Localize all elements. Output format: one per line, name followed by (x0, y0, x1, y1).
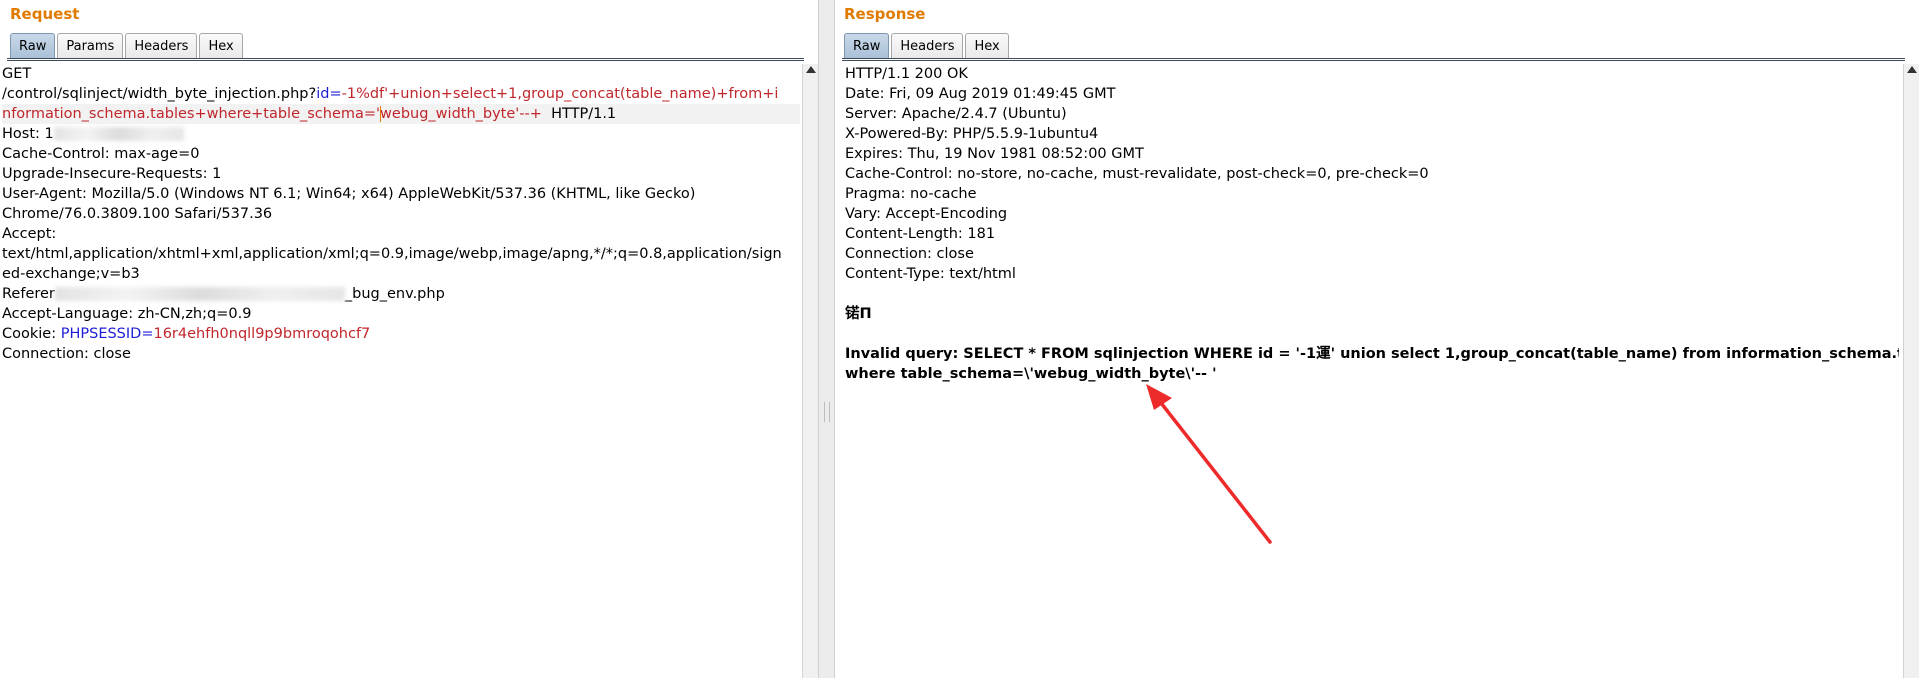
referer-tail: _bug_env.php (344, 286, 445, 302)
cookie-value: 16r4ehfh0nqll9p9bmroqohcf7 (153, 326, 371, 342)
response-tabs: Raw Headers Hex (844, 33, 1011, 58)
cookie-name: PHPSESSID (60, 326, 142, 342)
cookie-equals: = (141, 326, 154, 342)
request-line: Connection: close (2, 346, 131, 362)
request-line: Accept: (2, 226, 57, 242)
response-pane: Response Raw Headers Hex HTTP/1.1 200 OK… (835, 0, 1919, 678)
request-tabs: Raw Params Headers Hex (10, 33, 245, 58)
redacted-referer (54, 287, 345, 301)
cookie-key: Cookie: (2, 326, 61, 342)
request-line: Upgrade-Insecure-Requests: 1 (2, 166, 222, 182)
param-value-cont: nformation_schema.tables+where+table_sch… (2, 106, 381, 122)
arrow-head (1146, 384, 1172, 410)
request-line: ed-exchange;v=b3 (2, 266, 140, 282)
host-header: Host: 1 (2, 126, 54, 142)
annotation-arrow-icon (1146, 384, 1272, 544)
request-line: Cache-Control: max-age=0 (2, 146, 200, 162)
response-line: Vary: Accept-Encoding (845, 206, 1008, 222)
scroll-up-icon[interactable] (1907, 66, 1917, 73)
http-version: HTTP/1.1 (541, 106, 617, 122)
arrow-shaft (1152, 392, 1272, 544)
tab-headers[interactable]: Headers (891, 33, 964, 58)
tab-divider (7, 58, 804, 61)
response-line: Content-Type: text/html (845, 266, 1016, 282)
tab-headers[interactable]: Headers (125, 33, 198, 58)
request-line: Accept-Language: zh-CN,zh;q=0.9 (2, 306, 252, 322)
tab-hex[interactable]: Hex (965, 33, 1009, 58)
request-scrollbar[interactable] (802, 64, 818, 678)
tab-hex[interactable]: Hex (199, 33, 243, 58)
param-value: -1%df'+union+select+1,group_concat(table… (341, 86, 779, 102)
response-line: HTTP/1.1 200 OK (845, 66, 968, 82)
response-line: 锘П (845, 306, 872, 322)
response-line: Content-Length: 181 (845, 226, 996, 242)
param-equals: = (329, 86, 342, 102)
response-scrollbar[interactable] (1903, 64, 1919, 678)
request-pane: Request Raw Params Headers Hex GET /cont… (0, 0, 818, 678)
redacted-host (53, 127, 184, 141)
splitter-grip-icon[interactable] (824, 402, 830, 422)
response-title: Response (844, 5, 926, 23)
request-line: Cookie: PHPSESSID=16r4ehfh0nqll9p9bmroqo… (2, 324, 800, 344)
response-line: Expires: Thu, 19 Nov 1981 08:52:00 GMT (845, 146, 1144, 162)
request-line: nformation_schema.tables+where+table_sch… (2, 104, 800, 124)
request-line: /control/sqlinject/width_byte_injection.… (2, 84, 800, 104)
request-line: Host: 1 (2, 124, 800, 144)
request-line: Chrome/76.0.3809.100 Safari/537.36 (2, 206, 273, 222)
request-path: /control/sqlinject/width_byte_injection.… (2, 86, 317, 102)
request-editor[interactable]: GET /control/sqlinject/width_byte_inject… (2, 64, 800, 678)
request-line: Referer _bug_env.php (2, 284, 800, 304)
tab-raw[interactable]: Raw (10, 33, 56, 58)
response-line: Cache-Control: no-store, no-cache, must-… (845, 166, 1429, 182)
response-line: Pragma: no-cache (845, 186, 977, 202)
response-line: Server: Apache/2.4.7 (Ubuntu) (845, 106, 1067, 122)
error-message: Invalid query: SELECT * FROM sqlinjectio… (845, 346, 1899, 362)
tab-raw[interactable]: Raw (844, 33, 890, 58)
response-line (845, 284, 1899, 304)
param-name: id (316, 86, 330, 102)
request-title: Request (10, 5, 80, 23)
error-message: where table_schema=\'webug_width_byte\'-… (845, 366, 1217, 382)
response-line: Date: Fri, 09 Aug 2019 01:49:45 GMT (845, 86, 1116, 102)
request-line: GET (2, 66, 32, 82)
param-value-cont: webug_width_byte'--+ (380, 106, 542, 122)
scroll-up-icon[interactable] (806, 66, 816, 73)
response-line: Connection: close (845, 246, 974, 262)
response-line (845, 324, 1899, 344)
referer-key: Referer (2, 286, 55, 302)
tab-params[interactable]: Params (57, 33, 124, 58)
pane-splitter[interactable] (818, 0, 835, 678)
request-line: text/html,application/xhtml+xml,applicat… (2, 246, 782, 262)
request-line: User-Agent: Mozilla/5.0 (Windows NT 6.1;… (2, 186, 696, 202)
tab-divider (842, 58, 1905, 61)
response-line: X-Powered-By: PHP/5.5.9-1ubuntu4 (845, 126, 1099, 142)
response-editor[interactable]: HTTP/1.1 200 OK Date: Fri, 09 Aug 2019 0… (845, 64, 1899, 678)
